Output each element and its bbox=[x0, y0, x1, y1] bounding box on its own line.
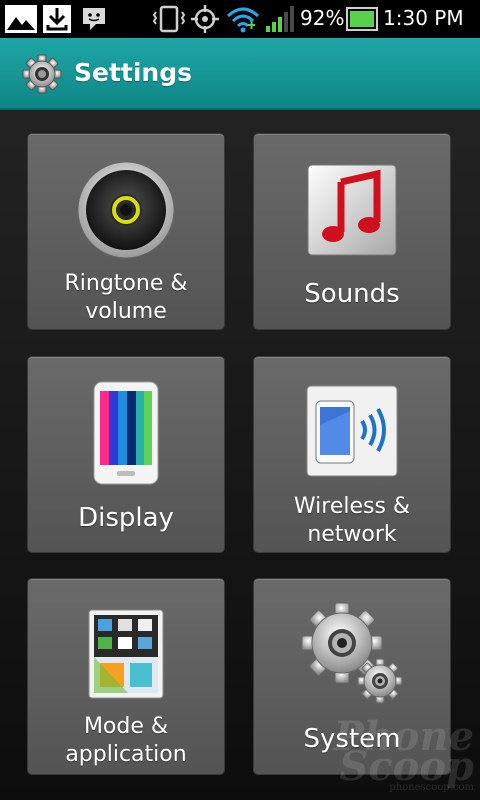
clock: 1:30 PM bbox=[383, 6, 464, 30]
tile-wireless-network[interactable]: Wireless & network bbox=[254, 357, 450, 552]
tile-label: Wireless & network bbox=[293, 494, 411, 547]
page-title: Settings bbox=[74, 58, 193, 87]
display-phone-icon bbox=[93, 381, 159, 485]
status-bar: 92% 1:30 PM bbox=[0, 0, 480, 38]
tile-ringtone-volume[interactable]: Ringtone & volume bbox=[28, 134, 224, 329]
signal-icon bbox=[266, 6, 294, 32]
download-icon bbox=[43, 5, 71, 33]
tile-label: Mode & application bbox=[65, 714, 187, 767]
tile-label: Ringtone & volume bbox=[64, 271, 188, 324]
settings-gear-icon bbox=[22, 54, 62, 94]
tile-mode-application[interactable]: Mode & application bbox=[28, 579, 224, 774]
tile-display[interactable]: Display bbox=[28, 357, 224, 552]
apps-tablet-icon bbox=[88, 609, 164, 699]
settings-screen: 92% 1:30 PM Settings Ringtone & volume S… bbox=[0, 0, 480, 800]
gallery-icon bbox=[5, 5, 37, 33]
wireless-phone-icon bbox=[306, 385, 398, 477]
bluetooth-vibrate-icon bbox=[152, 5, 186, 33]
system-gears-icon bbox=[301, 602, 403, 704]
messaging-icon bbox=[83, 8, 105, 30]
watermark: Phone Scoop phonescoop.com bbox=[333, 713, 474, 794]
gps-icon bbox=[191, 5, 219, 33]
tile-label: Display bbox=[78, 503, 174, 533]
wifi-icon bbox=[226, 7, 260, 33]
battery-percent: 92% bbox=[300, 6, 345, 30]
tile-sounds[interactable]: Sounds bbox=[254, 134, 450, 329]
speaker-icon bbox=[77, 161, 175, 259]
tile-label: Sounds bbox=[304, 279, 400, 309]
music-note-icon bbox=[307, 164, 397, 256]
battery-icon bbox=[346, 7, 378, 31]
action-bar: Settings bbox=[0, 38, 480, 110]
